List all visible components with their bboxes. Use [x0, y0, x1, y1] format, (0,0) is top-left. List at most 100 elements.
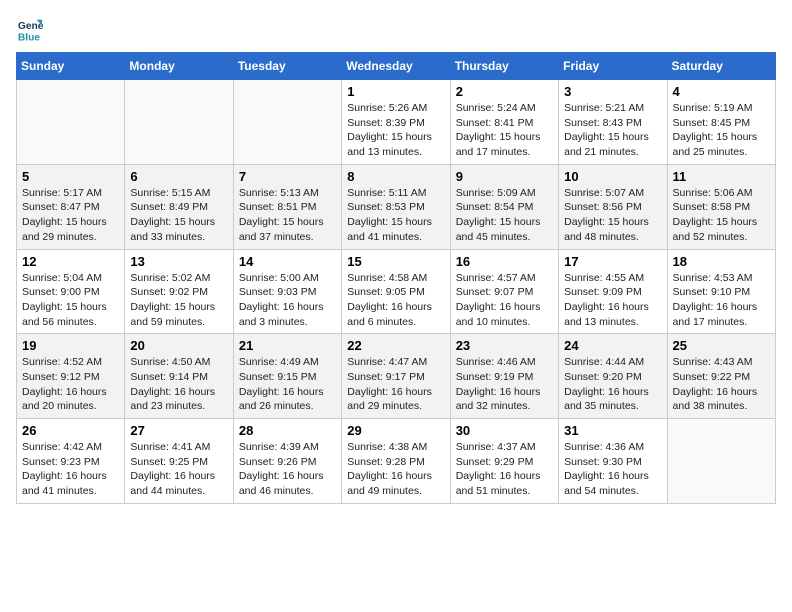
day-number: 14 [239, 254, 336, 269]
day-info: Sunrise: 4:39 AM Sunset: 9:26 PM Dayligh… [239, 440, 336, 499]
day-info: Sunrise: 5:24 AM Sunset: 8:41 PM Dayligh… [456, 101, 553, 160]
day-number: 5 [22, 169, 119, 184]
day-number: 17 [564, 254, 661, 269]
logo-icon: General Blue [16, 16, 44, 44]
calendar-table: SundayMondayTuesdayWednesdayThursdayFrid… [16, 52, 776, 504]
day-number: 28 [239, 423, 336, 438]
day-info: Sunrise: 5:11 AM Sunset: 8:53 PM Dayligh… [347, 186, 444, 245]
day-info: Sunrise: 4:53 AM Sunset: 9:10 PM Dayligh… [673, 271, 770, 330]
day-number: 22 [347, 338, 444, 353]
day-number: 9 [456, 169, 553, 184]
day-number: 11 [673, 169, 770, 184]
day-number: 16 [456, 254, 553, 269]
day-info: Sunrise: 4:37 AM Sunset: 9:29 PM Dayligh… [456, 440, 553, 499]
day-info: Sunrise: 5:04 AM Sunset: 9:00 PM Dayligh… [22, 271, 119, 330]
calendar-cell [233, 80, 341, 165]
calendar-cell: 4 Sunrise: 5:19 AM Sunset: 8:45 PM Daylig… [667, 80, 775, 165]
day-info: Sunrise: 5:00 AM Sunset: 9:03 PM Dayligh… [239, 271, 336, 330]
calendar-cell: 22Sunrise: 4:47 AM Sunset: 9:17 PM Dayli… [342, 334, 450, 419]
day-info: Sunrise: 5:17 AM Sunset: 8:47 PM Dayligh… [22, 186, 119, 245]
calendar-cell: 28 Sunrise: 4:39 AM Sunset: 9:26 PM Dayli… [233, 419, 341, 504]
calendar-cell: 8Sunrise: 5:11 AM Sunset: 8:53 PM Daylig… [342, 164, 450, 249]
calendar-week-row: 5 Sunrise: 5:17 AM Sunset: 8:47 PM Daylig… [17, 164, 776, 249]
calendar-week-row: 19Sunrise: 4:52 AM Sunset: 9:12 PM Dayli… [17, 334, 776, 419]
calendar-cell: 2 Sunrise: 5:24 AM Sunset: 8:41 PM Daylig… [450, 80, 558, 165]
calendar-cell: 18 Sunrise: 4:53 AM Sunset: 9:10 PM Dayli… [667, 249, 775, 334]
calendar-cell [667, 419, 775, 504]
day-number: 23 [456, 338, 553, 353]
calendar-cell: 9Sunrise: 5:09 AM Sunset: 8:54 PM Daylig… [450, 164, 558, 249]
day-info: Sunrise: 5:21 AM Sunset: 8:43 PM Dayligh… [564, 101, 661, 160]
calendar-cell: 31 Sunrise: 4:36 AM Sunset: 9:30 PM Dayli… [559, 419, 667, 504]
day-header-friday: Friday [559, 53, 667, 80]
calendar-cell: 6 Sunrise: 5:15 AM Sunset: 8:49 PM Daylig… [125, 164, 233, 249]
calendar-cell: 24 Sunrise: 4:44 AM Sunset: 9:20 PM Dayli… [559, 334, 667, 419]
day-number: 18 [673, 254, 770, 269]
day-info: Sunrise: 4:49 AM Sunset: 9:15 PM Dayligh… [239, 355, 336, 414]
calendar-cell: 23 Sunrise: 4:46 AM Sunset: 9:19 PM Dayli… [450, 334, 558, 419]
calendar-cell: 20Sunrise: 4:50 AM Sunset: 9:14 PM Dayli… [125, 334, 233, 419]
day-number: 2 [456, 84, 553, 99]
calendar-cell: 21 Sunrise: 4:49 AM Sunset: 9:15 PM Dayli… [233, 334, 341, 419]
calendar-cell: 5 Sunrise: 5:17 AM Sunset: 8:47 PM Daylig… [17, 164, 125, 249]
day-number: 21 [239, 338, 336, 353]
calendar-cell [125, 80, 233, 165]
calendar-cell: 29 Sunrise: 4:38 AM Sunset: 9:28 PM Dayli… [342, 419, 450, 504]
day-number: 15 [347, 254, 444, 269]
calendar-cell: 1Sunrise: 5:26 AM Sunset: 8:39 PM Daylig… [342, 80, 450, 165]
day-number: 27 [130, 423, 227, 438]
day-info: Sunrise: 5:06 AM Sunset: 8:58 PM Dayligh… [673, 186, 770, 245]
day-number: 25 [673, 338, 770, 353]
day-number: 6 [130, 169, 227, 184]
day-info: Sunrise: 4:58 AM Sunset: 9:05 PM Dayligh… [347, 271, 444, 330]
day-number: 29 [347, 423, 444, 438]
day-info: Sunrise: 5:15 AM Sunset: 8:49 PM Dayligh… [130, 186, 227, 245]
day-number: 10 [564, 169, 661, 184]
calendar-cell: 17 Sunrise: 4:55 AM Sunset: 9:09 PM Dayli… [559, 249, 667, 334]
day-info: Sunrise: 4:36 AM Sunset: 9:30 PM Dayligh… [564, 440, 661, 499]
day-number: 26 [22, 423, 119, 438]
calendar-cell: 7Sunrise: 5:13 AM Sunset: 8:51 PM Daylig… [233, 164, 341, 249]
day-info: Sunrise: 5:02 AM Sunset: 9:02 PM Dayligh… [130, 271, 227, 330]
day-header-wednesday: Wednesday [342, 53, 450, 80]
calendar-cell: 25 Sunrise: 4:43 AM Sunset: 9:22 PM Dayli… [667, 334, 775, 419]
calendar-cell: 10 Sunrise: 5:07 AM Sunset: 8:56 PM Dayli… [559, 164, 667, 249]
calendar-cell: 30Sunrise: 4:37 AM Sunset: 9:29 PM Dayli… [450, 419, 558, 504]
day-header-saturday: Saturday [667, 53, 775, 80]
calendar-week-row: 1Sunrise: 5:26 AM Sunset: 8:39 PM Daylig… [17, 80, 776, 165]
day-number: 12 [22, 254, 119, 269]
day-info: Sunrise: 4:41 AM Sunset: 9:25 PM Dayligh… [130, 440, 227, 499]
calendar-cell: 27 Sunrise: 4:41 AM Sunset: 9:25 PM Dayli… [125, 419, 233, 504]
calendar-week-row: 26 Sunrise: 4:42 AM Sunset: 9:23 PM Dayli… [17, 419, 776, 504]
day-info: Sunrise: 4:57 AM Sunset: 9:07 PM Dayligh… [456, 271, 553, 330]
page-header: General Blue [16, 16, 776, 44]
day-info: Sunrise: 5:07 AM Sunset: 8:56 PM Dayligh… [564, 186, 661, 245]
day-info: Sunrise: 4:55 AM Sunset: 9:09 PM Dayligh… [564, 271, 661, 330]
day-info: Sunrise: 5:19 AM Sunset: 8:45 PM Dayligh… [673, 101, 770, 160]
day-number: 1 [347, 84, 444, 99]
day-info: Sunrise: 4:52 AM Sunset: 9:12 PM Dayligh… [22, 355, 119, 414]
day-info: Sunrise: 4:38 AM Sunset: 9:28 PM Dayligh… [347, 440, 444, 499]
day-info: Sunrise: 4:43 AM Sunset: 9:22 PM Dayligh… [673, 355, 770, 414]
logo: General Blue [16, 16, 44, 44]
svg-text:Blue: Blue [18, 32, 41, 43]
day-number: 24 [564, 338, 661, 353]
day-info: Sunrise: 4:44 AM Sunset: 9:20 PM Dayligh… [564, 355, 661, 414]
day-number: 13 [130, 254, 227, 269]
calendar-week-row: 12 Sunrise: 5:04 AM Sunset: 9:00 PM Dayli… [17, 249, 776, 334]
day-number: 31 [564, 423, 661, 438]
calendar-cell: 16 Sunrise: 4:57 AM Sunset: 9:07 PM Dayli… [450, 249, 558, 334]
day-info: Sunrise: 4:42 AM Sunset: 9:23 PM Dayligh… [22, 440, 119, 499]
calendar-cell: 11 Sunrise: 5:06 AM Sunset: 8:58 PM Dayli… [667, 164, 775, 249]
calendar-cell: 3Sunrise: 5:21 AM Sunset: 8:43 PM Daylig… [559, 80, 667, 165]
calendar-cell: 19Sunrise: 4:52 AM Sunset: 9:12 PM Dayli… [17, 334, 125, 419]
day-info: Sunrise: 4:46 AM Sunset: 9:19 PM Dayligh… [456, 355, 553, 414]
day-header-thursday: Thursday [450, 53, 558, 80]
calendar-header-row: SundayMondayTuesdayWednesdayThursdayFrid… [17, 53, 776, 80]
day-number: 4 [673, 84, 770, 99]
day-header-sunday: Sunday [17, 53, 125, 80]
day-number: 7 [239, 169, 336, 184]
calendar-cell: 15 Sunrise: 4:58 AM Sunset: 9:05 PM Dayli… [342, 249, 450, 334]
day-number: 20 [130, 338, 227, 353]
calendar-cell: 13 Sunrise: 5:02 AM Sunset: 9:02 PM Dayli… [125, 249, 233, 334]
